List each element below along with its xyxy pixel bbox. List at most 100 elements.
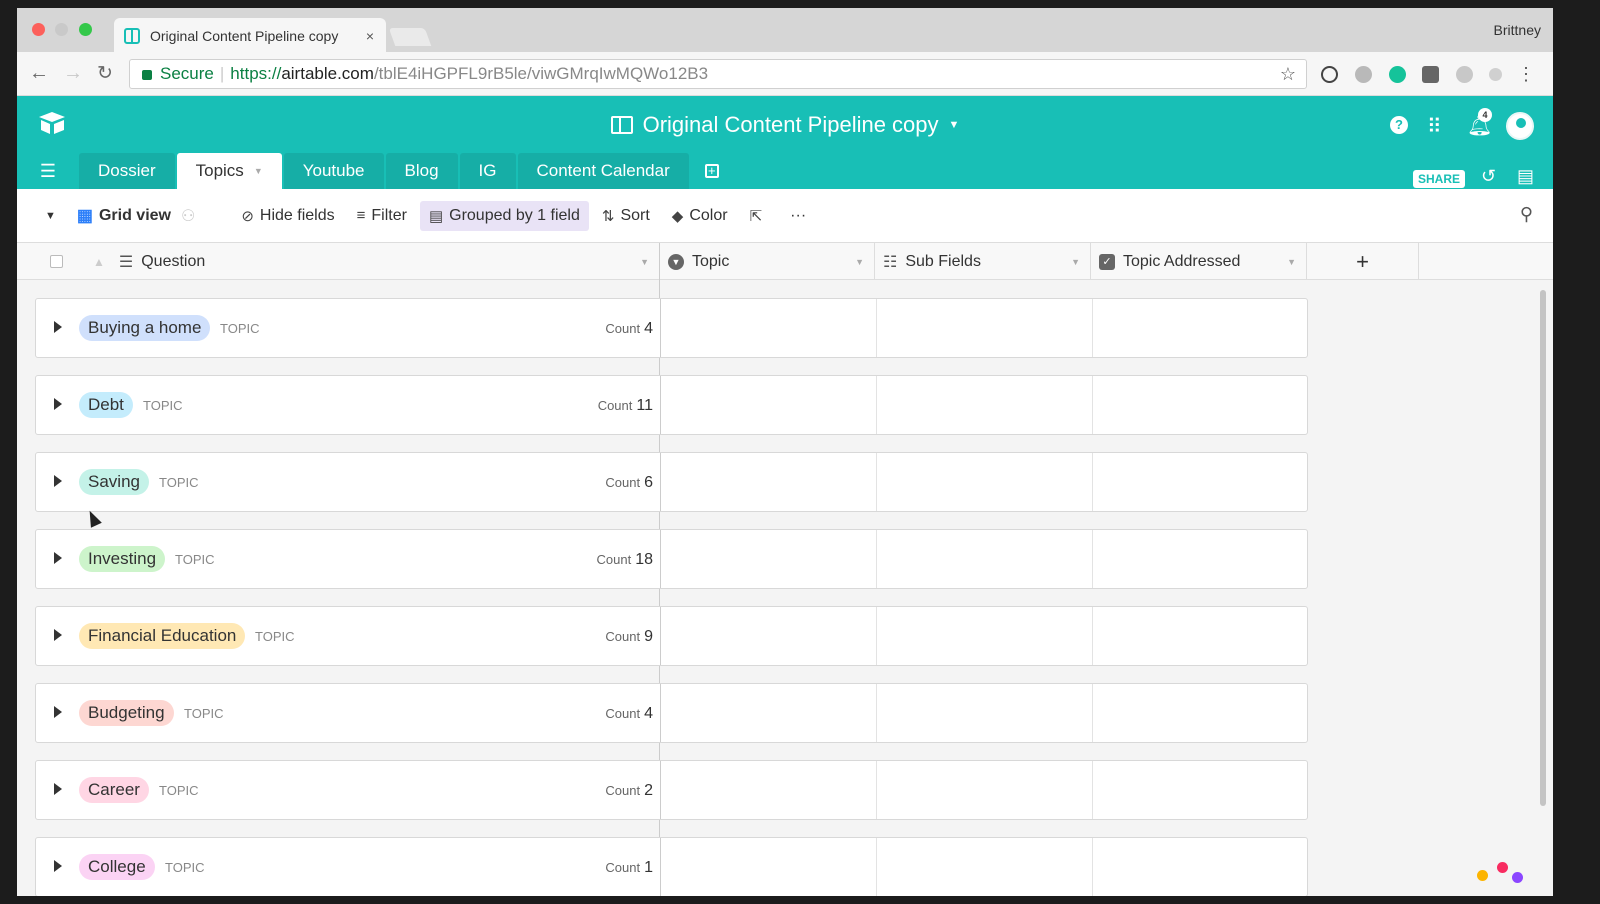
search-icon[interactable]: ⚲ bbox=[1520, 204, 1533, 225]
tab-youtube[interactable]: Youtube bbox=[283, 153, 384, 189]
group-count-label: Count bbox=[597, 398, 633, 413]
group-header-row[interactable]: Financial Education TOPIC Count 9 bbox=[35, 606, 1308, 666]
cell-divider bbox=[876, 838, 877, 896]
group-header-row[interactable]: Saving TOPIC Count 6 bbox=[35, 452, 1308, 512]
group-header-row[interactable]: Career TOPIC Count 2 bbox=[35, 760, 1308, 820]
expand-group-icon[interactable] bbox=[54, 552, 62, 564]
group-count-label: Count bbox=[605, 629, 641, 644]
topic-pill: College bbox=[79, 854, 155, 880]
extension-mail-icon[interactable] bbox=[1422, 66, 1439, 83]
browser-window: Original Content Pipeline copy × Brittne… bbox=[17, 8, 1553, 896]
url-field[interactable]: Secure | https:// airtable.com /tblE4iHG… bbox=[129, 59, 1307, 89]
share-button[interactable]: SHARE bbox=[1413, 170, 1466, 188]
add-table-icon[interactable]: + bbox=[704, 164, 719, 178]
more-options-button[interactable]: ··· bbox=[781, 201, 815, 231]
column-topic-addressed[interactable]: ✓ Topic Addressed ▼ bbox=[1091, 243, 1307, 280]
column-menu-caret-icon[interactable]: ▼ bbox=[1287, 257, 1296, 267]
extension-power-icon[interactable] bbox=[1355, 66, 1372, 83]
filter-button[interactable]: ≡ Filter bbox=[348, 201, 416, 231]
group-header-row[interactable]: College TOPIC Count 1 bbox=[35, 837, 1308, 896]
blocks-icon[interactable]: ▤ bbox=[1517, 166, 1534, 187]
group-header-row[interactable]: Buying a home TOPIC Count 4 bbox=[35, 298, 1308, 358]
reload-icon[interactable]: ↻ bbox=[97, 62, 113, 85]
sort-button[interactable]: ⇅ Sort bbox=[593, 201, 659, 231]
new-tab-button[interactable] bbox=[388, 28, 432, 46]
cell-divider bbox=[660, 684, 661, 742]
extension-1password-icon[interactable] bbox=[1321, 66, 1338, 83]
browser-tab[interactable]: Original Content Pipeline copy × bbox=[114, 18, 386, 54]
share-view-icon: ⇱ bbox=[749, 207, 763, 225]
group-header-row[interactable]: Debt TOPIC Count 11 bbox=[35, 375, 1308, 435]
view-name[interactable]: ▦ Grid view ⚇ bbox=[68, 201, 204, 231]
tab-topics[interactable]: Topics ▼ bbox=[176, 153, 282, 189]
apps-grid-icon[interactable]: ⠿ bbox=[1427, 114, 1442, 139]
back-icon[interactable]: ← bbox=[29, 62, 49, 85]
hamburger-menu-icon[interactable]: ☰ bbox=[17, 153, 79, 189]
topic-pill: Buying a home bbox=[79, 315, 211, 341]
close-tab-icon[interactable]: × bbox=[366, 28, 374, 44]
grouped-records: Buying a home TOPIC Count 4 Debt TOPIC Count 11… bbox=[17, 280, 1553, 896]
group-button[interactable]: ▤ Grouped by 1 field bbox=[419, 200, 589, 231]
column-question[interactable]: ▲ ☰ Question ▼ bbox=[17, 243, 659, 280]
hide-fields-button[interactable]: ⊘ Hide fields bbox=[232, 201, 343, 231]
column-menu-caret-icon[interactable]: ▼ bbox=[855, 257, 864, 267]
cell-divider bbox=[660, 838, 661, 896]
extension-shield-icon[interactable] bbox=[1489, 68, 1502, 81]
cell-divider bbox=[660, 299, 661, 357]
base-title[interactable]: Original Content Pipeline copy ▼ bbox=[17, 112, 1553, 138]
view-switcher-toggle-icon[interactable]: ▼ bbox=[45, 210, 56, 222]
browser-menu-icon[interactable]: ⋮ bbox=[1517, 64, 1535, 85]
expand-group-icon[interactable] bbox=[54, 398, 62, 410]
add-field-button[interactable]: + bbox=[1307, 243, 1419, 280]
group-field-label: TOPIC bbox=[175, 552, 215, 567]
column-sub-fields[interactable]: ☷ Sub Fields ▼ bbox=[875, 243, 1091, 280]
expand-group-icon[interactable] bbox=[54, 860, 62, 872]
group-header-row[interactable]: Investing TOPIC Count 18 bbox=[35, 529, 1308, 589]
group-field-label: TOPIC bbox=[143, 398, 183, 413]
tab-caret-icon[interactable]: ▼ bbox=[254, 166, 263, 176]
help-icon[interactable]: ? bbox=[1390, 116, 1408, 134]
group-count-value: 11 bbox=[636, 397, 653, 414]
group-count-label: Count bbox=[605, 321, 641, 336]
view-bar: ▼ ▦ Grid view ⚇ ⊘ Hide fields ≡ Filter ▤ Gr… bbox=[17, 189, 1553, 243]
cell-divider bbox=[876, 376, 877, 434]
bookmark-star-icon[interactable]: ☆ bbox=[1280, 64, 1296, 85]
group-count-value: 4 bbox=[644, 320, 653, 337]
extension-grammarly-icon[interactable] bbox=[1389, 66, 1406, 83]
select-all-checkbox[interactable] bbox=[50, 255, 63, 268]
column-topic[interactable]: ▼ Topic ▼ bbox=[659, 243, 875, 280]
expand-group-icon[interactable] bbox=[54, 475, 62, 487]
group-header-row[interactable]: Budgeting TOPIC Count 4 bbox=[35, 683, 1308, 743]
group-count: Count 1 bbox=[591, 859, 653, 877]
tab-dossier[interactable]: Dossier bbox=[79, 153, 175, 189]
group-field-label: TOPIC bbox=[220, 321, 260, 336]
column-menu-caret-icon[interactable]: ▼ bbox=[1071, 257, 1080, 267]
tab-ig[interactable]: IG bbox=[459, 153, 516, 189]
avatar[interactable] bbox=[1506, 112, 1534, 140]
minimize-window-button[interactable] bbox=[55, 23, 68, 36]
column-menu-caret-icon[interactable]: ▼ bbox=[640, 257, 649, 267]
vertical-scrollbar[interactable] bbox=[1540, 290, 1546, 806]
maximize-window-button[interactable] bbox=[79, 23, 92, 36]
browser-profile-name[interactable]: Brittney bbox=[1494, 22, 1541, 38]
group-field-label: TOPIC bbox=[184, 706, 224, 721]
tab-blog[interactable]: Blog bbox=[385, 153, 458, 189]
share-view-button[interactable]: ⇱ bbox=[741, 201, 778, 231]
color-button[interactable]: ◆ Color bbox=[663, 201, 737, 231]
table-tabs: ☰ Dossier Topics ▼ Youtube Blog IG Conten… bbox=[17, 153, 719, 189]
cell-divider bbox=[876, 684, 877, 742]
base-title-caret-icon: ▼ bbox=[948, 119, 960, 131]
forward-icon[interactable]: → bbox=[63, 62, 83, 85]
expand-group-icon[interactable] bbox=[54, 783, 62, 795]
extension-gray-icon[interactable] bbox=[1456, 66, 1473, 83]
long-text-icon: ☰ bbox=[118, 253, 134, 271]
close-window-button[interactable] bbox=[32, 23, 45, 36]
tab-content-calendar[interactable]: Content Calendar bbox=[517, 153, 689, 189]
group-count-value: 2 bbox=[644, 782, 653, 799]
expand-group-icon[interactable] bbox=[54, 629, 62, 641]
cell-divider bbox=[660, 761, 661, 819]
history-icon[interactable]: ↺ bbox=[1481, 166, 1496, 187]
topic-pill: Financial Education bbox=[79, 623, 246, 649]
expand-group-icon[interactable] bbox=[54, 321, 62, 333]
expand-group-icon[interactable] bbox=[54, 706, 62, 718]
